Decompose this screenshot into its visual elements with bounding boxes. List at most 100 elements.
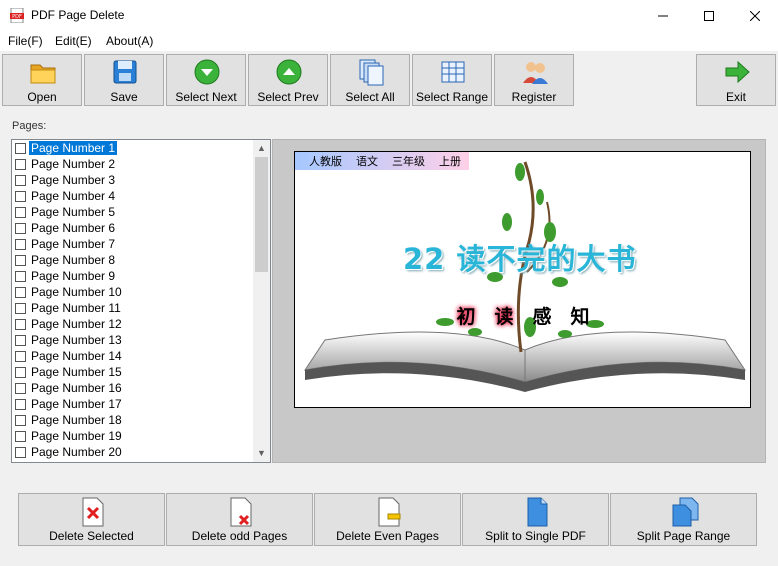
- select-prev-button[interactable]: Select Prev: [248, 54, 328, 106]
- page-checkbox[interactable]: [15, 398, 26, 410]
- page-label: Page Number 19: [31, 429, 122, 443]
- exit-arrow-icon: [725, 60, 750, 84]
- page-checkbox[interactable]: [15, 318, 26, 330]
- preview-banner: 人教版 语文 三年级 上册: [295, 152, 469, 170]
- minimize-button[interactable]: [640, 0, 686, 31]
- green-down-arrow-icon: [194, 59, 220, 85]
- page-label: Page Number 6: [31, 221, 116, 235]
- delete-even-pages-button[interactable]: Delete Even Pages: [314, 493, 461, 546]
- page-list-item[interactable]: Page Number 2: [12, 156, 253, 172]
- page-label: Page Number 5: [31, 205, 116, 219]
- preview-subtitle: 初 读 感 知: [456, 306, 590, 328]
- page-preview-panel: 人教版 语文 三年级 上册 22 读不完的大书 初 读 感 知: [272, 139, 766, 463]
- blue-pages-icon: [672, 497, 699, 527]
- exit-button[interactable]: Exit: [696, 54, 776, 106]
- select-all-button[interactable]: Select All: [330, 54, 410, 106]
- scroll-up-icon[interactable]: ▲: [253, 140, 270, 157]
- delete-even-icon: [378, 497, 401, 527]
- page-checkbox[interactable]: [15, 382, 26, 394]
- page-list-item[interactable]: Page Number 19: [12, 428, 253, 444]
- grid-table-icon: [441, 61, 465, 83]
- delete-selected-button[interactable]: Delete Selected: [18, 493, 165, 546]
- page-checkbox[interactable]: [15, 254, 26, 266]
- page-checkbox[interactable]: [15, 142, 26, 154]
- green-up-arrow-icon: [276, 59, 302, 85]
- page-list-scrollbar[interactable]: ▲ ▼: [253, 140, 270, 462]
- menu-about[interactable]: About(A): [106, 34, 153, 48]
- page-label: Page Number 10: [31, 285, 122, 299]
- page-list-item[interactable]: Page Number 14: [12, 348, 253, 364]
- window-title: PDF Page Delete: [31, 8, 125, 22]
- page-checkbox[interactable]: [15, 286, 26, 298]
- select-next-button[interactable]: Select Next: [166, 54, 246, 106]
- page-label: Page Number 7: [31, 237, 116, 251]
- page-label: Page Number 17: [31, 397, 122, 411]
- page-checkbox[interactable]: [15, 270, 26, 282]
- page-label: Page Number 13: [31, 333, 122, 347]
- page-list-item[interactable]: Page Number 7: [12, 236, 253, 252]
- menu-bar: File(F) Edit(E) About(A): [0, 31, 778, 51]
- page-preview-image: 人教版 语文 三年级 上册 22 读不完的大书 初 读 感 知: [294, 151, 751, 408]
- page-list-item[interactable]: Page Number 17: [12, 396, 253, 412]
- page-checkbox[interactable]: [15, 174, 26, 186]
- page-list-item[interactable]: Page Number 15: [12, 364, 253, 380]
- blue-page-icon: [527, 497, 548, 527]
- page-checkbox[interactable]: [15, 430, 26, 442]
- page-label: Page Number 9: [31, 269, 116, 283]
- scroll-thumb[interactable]: [255, 157, 268, 272]
- open-button[interactable]: Open: [2, 54, 82, 106]
- page-list-item[interactable]: Page Number 9: [12, 268, 253, 284]
- page-label: Page Number 20: [31, 445, 122, 459]
- page-list-item[interactable]: Page Number 12: [12, 316, 253, 332]
- page-checkbox[interactable]: [15, 334, 26, 346]
- page-checkbox[interactable]: [15, 222, 26, 234]
- title-bar: PDF PDF Page Delete: [0, 0, 778, 31]
- pages-label: Pages:: [12, 120, 47, 132]
- save-button[interactable]: Save: [84, 54, 164, 106]
- menu-edit[interactable]: Edit(E): [55, 34, 92, 48]
- page-list-item[interactable]: Page Number 11: [12, 300, 253, 316]
- close-button[interactable]: [732, 0, 778, 31]
- users-icon: [523, 62, 548, 84]
- page-checkbox[interactable]: [15, 302, 26, 314]
- split-page-range-button[interactable]: Split Page Range: [610, 493, 757, 546]
- open-book-illustration: [303, 161, 747, 392]
- page-checkbox[interactable]: [15, 446, 26, 458]
- page-list[interactable]: Page Number 1 Page Number 2 Page Number 3 P…: [11, 139, 271, 463]
- page-checkbox[interactable]: [15, 158, 26, 170]
- page-list-item[interactable]: Page Number 8: [12, 252, 253, 268]
- page-checkbox[interactable]: [15, 414, 26, 426]
- page-label: Page Number 8: [31, 253, 116, 267]
- page-list-rows: Page Number 1 Page Number 2 Page Number 3 P…: [12, 140, 253, 460]
- page-list-item[interactable]: Page Number 16: [12, 380, 253, 396]
- page-checkbox[interactable]: [15, 238, 26, 250]
- folder-icon: [30, 64, 56, 84]
- page-label: Page Number 12: [31, 317, 122, 331]
- page-list-item[interactable]: Page Number 1: [12, 140, 253, 156]
- page-checkbox[interactable]: [15, 366, 26, 378]
- page-list-item[interactable]: Page Number 4: [12, 188, 253, 204]
- maximize-button[interactable]: [686, 0, 732, 31]
- menu-file[interactable]: File(F): [8, 34, 43, 48]
- page-list-item[interactable]: Page Number 6: [12, 220, 253, 236]
- page-list-item[interactable]: Page Number 10: [12, 284, 253, 300]
- page-label: Page Number 16: [31, 381, 122, 395]
- select-range-button[interactable]: Select Range: [412, 54, 492, 106]
- page-list-item[interactable]: Page Number 13: [12, 332, 253, 348]
- page-list-item[interactable]: Page Number 5: [12, 204, 253, 220]
- delete-odd-pages-button[interactable]: Delete odd Pages: [166, 493, 313, 546]
- split-to-single-pdf-button[interactable]: Split to Single PDF: [462, 493, 609, 546]
- page-checkbox[interactable]: [15, 350, 26, 362]
- page-list-item[interactable]: Page Number 20: [12, 444, 253, 460]
- svg-text:PDF: PDF: [12, 14, 22, 20]
- page-label: Page Number 4: [31, 189, 116, 203]
- page-list-item[interactable]: Page Number 3: [12, 172, 253, 188]
- page-label: Page Number 11: [31, 301, 121, 315]
- page-list-item[interactable]: Page Number 18: [12, 412, 253, 428]
- delete-odd-icon: [230, 497, 252, 527]
- register-button[interactable]: Register: [494, 54, 574, 106]
- scroll-down-icon[interactable]: ▼: [253, 445, 270, 462]
- page-checkbox[interactable]: [15, 190, 26, 202]
- page-checkbox[interactable]: [15, 206, 26, 218]
- floppy-disk-icon: [113, 60, 137, 84]
